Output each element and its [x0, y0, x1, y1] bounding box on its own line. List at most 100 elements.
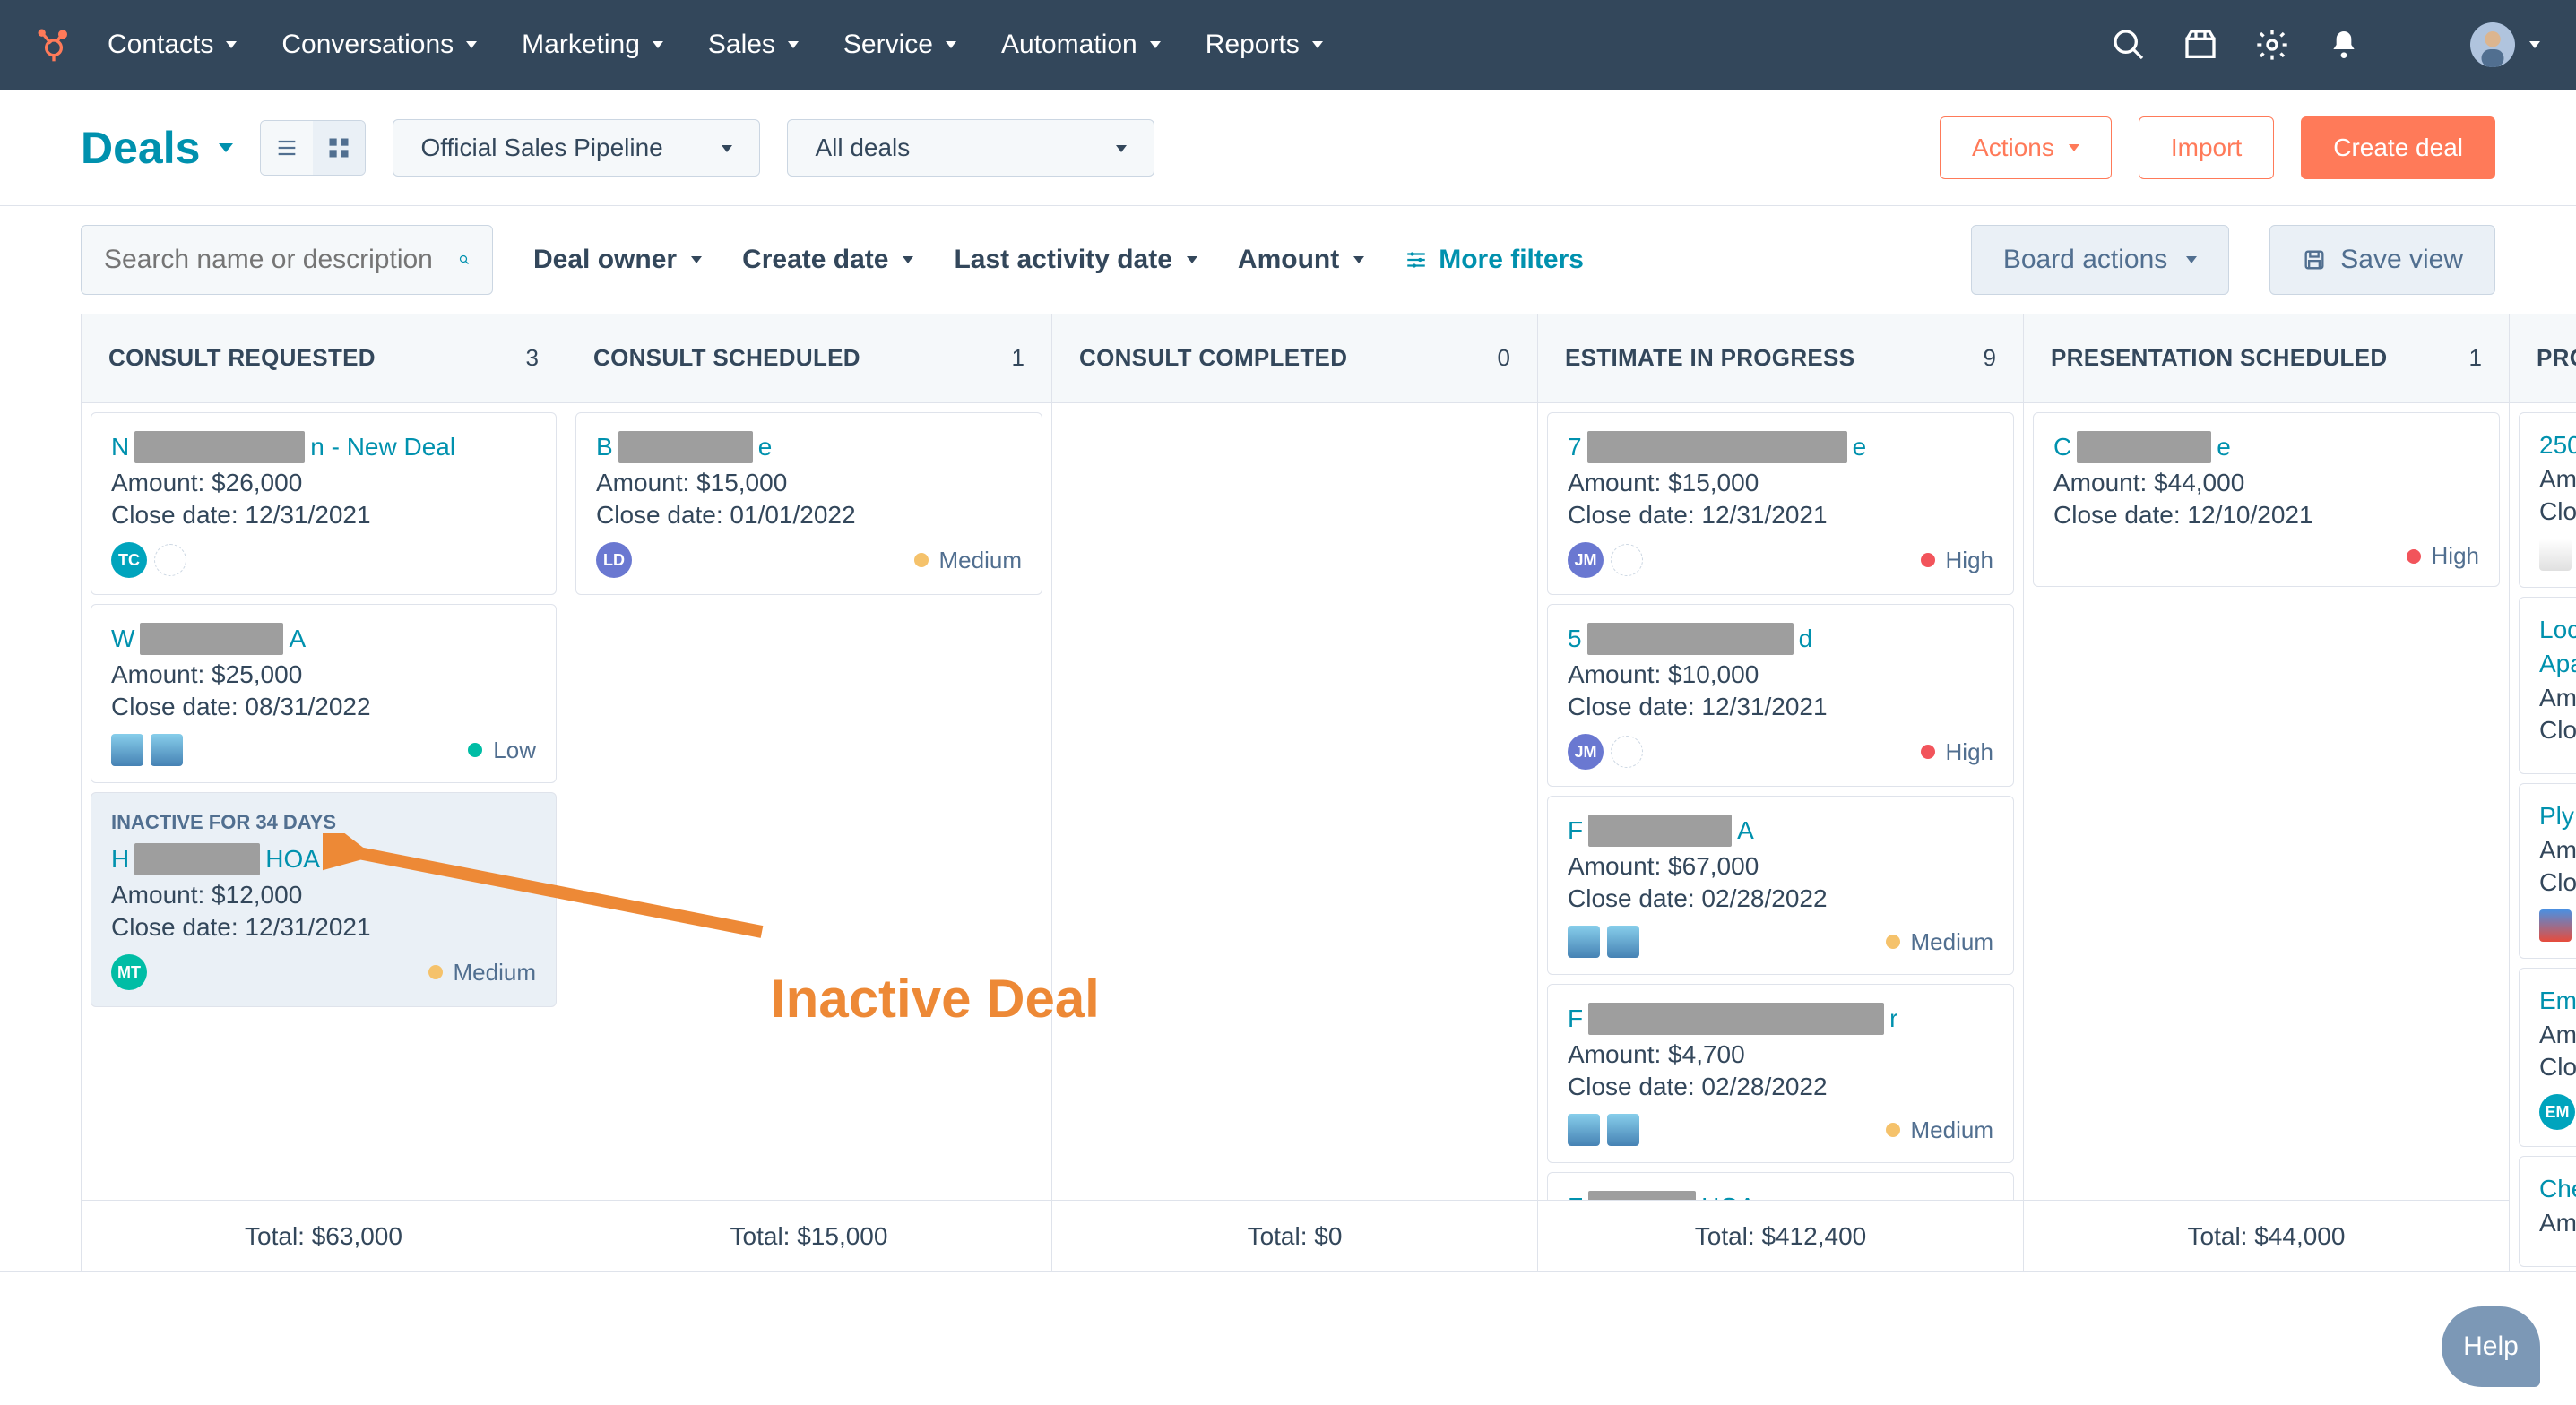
column-body[interactable]: 7e Amount: $15,000 Close date: 12/31/2021 J…: [1538, 403, 2023, 1200]
priority-dot-icon: [1921, 553, 1935, 567]
board-column: ESTIMATE IN PROGRESS 9 7e Amount: $15,000 Cl…: [1538, 314, 2024, 1271]
hubspot-logo[interactable]: [36, 27, 72, 63]
column-title: CONSULT REQUESTED: [108, 344, 376, 372]
create-deal-button[interactable]: Create deal: [2301, 116, 2495, 179]
placeholder-icon: [1611, 544, 1643, 576]
deal-title: Fr: [1568, 1003, 1993, 1035]
filter-create-date[interactable]: Create date: [742, 245, 913, 275]
deal-title: FHOA: [1568, 1191, 1993, 1200]
filter-last-activity[interactable]: Last activity date: [954, 245, 1197, 275]
owner-avatar: JM: [1568, 542, 1604, 578]
deal-card[interactable]: FHOAAmount: $16,700: [1547, 1172, 2014, 1200]
deal-title: Ply: [2539, 802, 2576, 831]
column-title: ESTIMATE IN PROGRESS: [1565, 344, 1854, 372]
deal-card[interactable]: 250AmClo: [2519, 412, 2576, 588]
filter-row: Deal owner Create date Last activity dat…: [0, 206, 2576, 314]
deal-title: Loc: [2539, 616, 2576, 644]
deal-close-date: Close date: 12/31/2021: [1568, 693, 1993, 721]
board-view-button[interactable]: [313, 121, 365, 175]
deal-close-date: Close date: 02/28/2022: [1568, 884, 1993, 913]
search-icon[interactable]: [2111, 27, 2147, 63]
column-total: Total: $412,400: [1538, 1200, 2023, 1271]
column-title: CONSULT SCHEDULED: [593, 344, 860, 372]
deal-title: 250: [2539, 431, 2576, 460]
deal-amount: Amount: $12,000: [111, 881, 536, 909]
pipeline-select[interactable]: Official Sales Pipeline: [393, 119, 760, 177]
column-body[interactable]: Nn - New DealAmount: $26,000Close date: …: [82, 403, 566, 1200]
column-body[interactable]: BeAmount: $15,000Close date: 01/01/2022L…: [566, 403, 1051, 1200]
deal-card[interactable]: 5dAmount: $10,000Close date: 12/31/2021J…: [1547, 604, 2014, 787]
deal-title: Em: [2539, 987, 2576, 1015]
deal-close-date: Clo: [2539, 868, 2576, 897]
deal-card[interactable]: FrAmount: $4,700Close date: 02/28/2022Me…: [1547, 984, 2014, 1163]
priority-dot-icon: [1886, 1123, 1900, 1137]
deal-title: FA: [1568, 815, 1993, 847]
redacted-text: [1588, 1003, 1884, 1035]
deal-card[interactable]: EmAmCloEM: [2519, 968, 2576, 1147]
column-body[interactable]: CeAmount: $44,000Close date: 12/10/2021H…: [2024, 403, 2509, 1200]
actions-button[interactable]: Actions: [1940, 116, 2112, 179]
deal-card[interactable]: WAAmount: $25,000Close date: 08/31/2022L…: [91, 604, 557, 783]
redacted-text: [618, 431, 753, 463]
deal-card[interactable]: CheAm: [2519, 1156, 2576, 1267]
priority-dot-icon: [1921, 745, 1935, 759]
nav-contacts[interactable]: Contacts: [108, 30, 237, 60]
column-body[interactable]: [1052, 403, 1537, 1200]
column-header: ESTIMATE IN PROGRESS 9: [1538, 314, 2023, 403]
list-view-button[interactable]: [261, 121, 313, 175]
column-count: 9: [1984, 344, 1996, 372]
page-title-dropdown[interactable]: Deals: [81, 122, 233, 174]
deal-title: Be: [596, 431, 1022, 463]
deal-card[interactable]: BeAmount: $15,000Close date: 01/01/2022L…: [575, 412, 1042, 595]
company-logo-icon: [1607, 1114, 1639, 1146]
deals-filter-select[interactable]: All deals: [787, 119, 1154, 177]
search-input[interactable]: [104, 245, 450, 275]
nav-reports[interactable]: Reports: [1206, 30, 1323, 60]
deal-card[interactable]: LocApaAmClo: [2519, 597, 2576, 774]
deal-amount: Amount: $4,700: [1568, 1040, 1993, 1069]
bell-icon[interactable]: [2326, 27, 2362, 63]
save-view-button[interactable]: Save view: [2269, 225, 2495, 295]
nav-items: Contacts Conversations Marketing Sales S…: [108, 30, 2111, 60]
nav-sales[interactable]: Sales: [708, 30, 799, 60]
owner-avatar: TC: [111, 542, 147, 578]
deal-close-date: Close date: 02/28/2022: [1568, 1073, 1993, 1101]
deal-title: 7e: [1568, 431, 1993, 463]
board-actions-button[interactable]: Board actions: [1971, 225, 2229, 295]
owner-avatar: JM: [1568, 734, 1604, 770]
nav-marketing[interactable]: Marketing: [522, 30, 663, 60]
marketplace-icon[interactable]: [2183, 27, 2218, 63]
inactive-badge: INACTIVE FOR 34 DAYS: [111, 811, 536, 834]
deal-amount: Amount: $15,000: [1568, 469, 1993, 497]
more-filters-link[interactable]: More filters: [1405, 245, 1584, 275]
chevron-down-icon: [1111, 134, 1127, 162]
deal-card[interactable]: INACTIVE FOR 34 DAYS HHOA Amount: $12,000 C…: [91, 792, 557, 1007]
deal-card[interactable]: PlyAmClo: [2519, 783, 2576, 959]
nav-service[interactable]: Service: [843, 30, 956, 60]
help-button[interactable]: Help: [2442, 1306, 2540, 1387]
deal-card[interactable]: 7eAmount: $15,000Close date: 12/31/2021J…: [1547, 412, 2014, 595]
deal-amount: Amount: $15,000: [596, 469, 1022, 497]
deal-close-date: Close date: 12/31/2021: [111, 501, 536, 530]
owner-avatar: LD: [596, 542, 632, 578]
nav-automation[interactable]: Automation: [1001, 30, 1161, 60]
deal-card[interactable]: Nn - New DealAmount: $26,000Close date: …: [91, 412, 557, 595]
redacted-text: [140, 623, 283, 655]
board-column: PRESENTATION SCHEDULED1CeAmount: $44,000…: [2024, 314, 2510, 1271]
filter-amount[interactable]: Amount: [1238, 245, 1364, 275]
deal-card[interactable]: FAAmount: $67,000Close date: 02/28/2022M…: [1547, 796, 2014, 975]
filter-deal-owner[interactable]: Deal owner: [533, 245, 702, 275]
company-logo-icon: [2539, 909, 2572, 942]
account-menu[interactable]: [2470, 22, 2540, 67]
deal-card[interactable]: CeAmount: $44,000Close date: 12/10/2021H…: [2033, 412, 2500, 587]
deal-close-date: Close date: 12/31/2021: [111, 913, 536, 942]
deal-title: HHOA: [111, 843, 536, 875]
deal-amount: Am: [2539, 465, 2576, 494]
column-body[interactable]: 250 Am Clo LocApaAmClo PlyAmClo EmAmCloEM CheA…: [2510, 403, 2576, 1271]
deal-title: Che: [2539, 1175, 2576, 1203]
column-count: 1: [2469, 344, 2482, 372]
search-box[interactable]: [81, 225, 493, 295]
import-button[interactable]: Import: [2139, 116, 2274, 179]
gear-icon[interactable]: [2254, 27, 2290, 63]
nav-conversations[interactable]: Conversations: [281, 30, 477, 60]
